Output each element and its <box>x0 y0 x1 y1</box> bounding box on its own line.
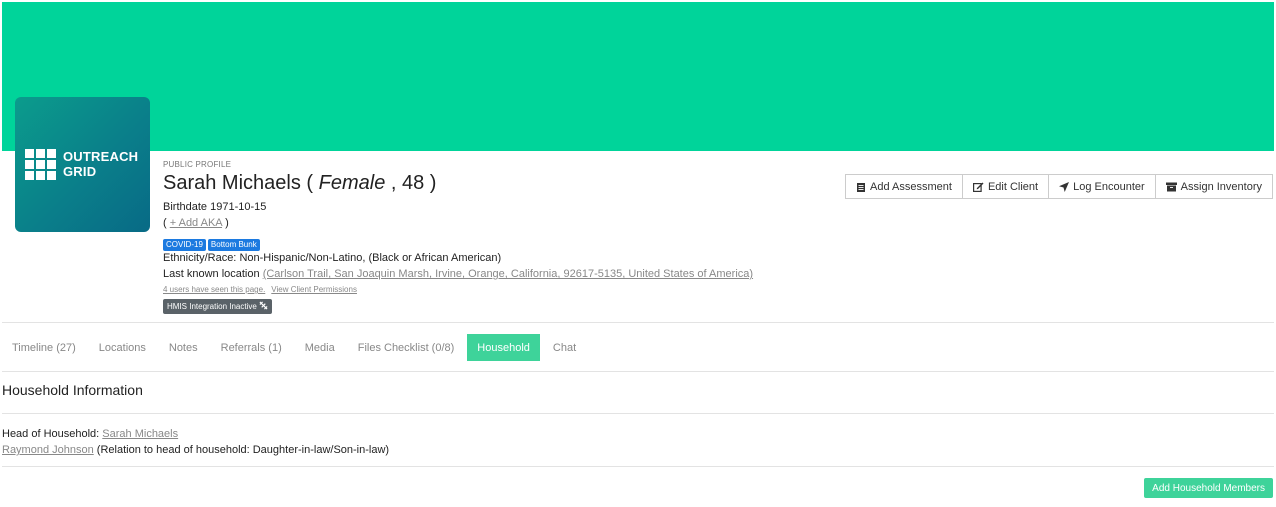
view-permissions-link[interactable]: View Client Permissions <box>271 285 357 294</box>
client-gender: Female <box>318 172 386 194</box>
location-row: Last known location (Carlson Trail, San … <box>163 268 754 280</box>
household-members: Head of Household: Sarah Michaels Raymon… <box>2 426 389 458</box>
tab-referrals[interactable]: Referrals (1) <box>211 334 292 361</box>
ethnicity-row: Ethnicity/Race: Non-Hispanic/Non-Latino,… <box>163 252 502 264</box>
divider <box>2 322 1274 323</box>
client-name-heading: Sarah Michaels ( Female , 48 ) <box>163 172 437 194</box>
unlink-icon <box>259 301 268 310</box>
tab-household[interactable]: Household <box>467 334 540 361</box>
logo: OUTREACH GRID <box>15 97 150 232</box>
household-member-link[interactable]: Raymond Johnson <box>2 444 94 456</box>
profile-info: PUBLIC PROFILE Sarah Michaels ( Female ,… <box>163 160 753 314</box>
member-relation: (Relation to head of household: Daughter… <box>96 444 390 456</box>
tab-media[interactable]: Media <box>295 334 345 361</box>
edit-icon <box>972 182 984 192</box>
household-member-row: Raymond Johnson (Relation to head of hou… <box>2 442 389 458</box>
tab-chat[interactable]: Chat <box>543 334 586 361</box>
assign-inventory-button[interactable]: Assign Inventory <box>1154 174 1273 199</box>
ethnicity-value: Non-Hispanic/Non-Latino, (Black or Afric… <box>239 252 502 264</box>
seen-link[interactable]: 4 users have seen this page. <box>163 285 265 294</box>
profile-banner <box>2 2 1274 151</box>
edit-client-button[interactable]: Edit Client <box>961 174 1050 199</box>
location-link[interactable]: (Carlson Trail, San Joaquin Marsh, Irvin… <box>263 268 753 280</box>
add-aka-link[interactable]: + Add AKA <box>170 217 222 229</box>
location-arrow-icon <box>1059 181 1070 192</box>
birthdate-row: Birthdate 1971-10-15 <box>163 201 267 213</box>
head-of-household-link[interactable]: Sarah Michaels <box>102 428 178 440</box>
tag-list: COVID-19 Bottom Bunk <box>163 234 753 251</box>
profile-tabs: Timeline (27) Locations Notes Referrals … <box>2 334 589 361</box>
logo-text: OUTREACH GRID <box>63 149 139 179</box>
profile-actions: Add Assessment Edit Client Log Encounter… <box>845 174 1273 199</box>
aka-row: ( + Add AKA ) <box>163 217 229 229</box>
client-name: Sarah Michaels <box>163 172 301 194</box>
tab-files-checklist[interactable]: Files Checklist (0/8) <box>348 334 465 361</box>
head-of-household-row: Head of Household: Sarah Michaels <box>2 428 179 440</box>
log-encounter-button[interactable]: Log Encounter <box>1048 174 1156 199</box>
clipboard-icon <box>857 182 866 192</box>
client-age: 48 <box>402 172 425 194</box>
tab-locations[interactable]: Locations <box>89 334 156 361</box>
add-assessment-button[interactable]: Add Assessment <box>845 174 963 199</box>
public-profile-label: PUBLIC PROFILE <box>163 160 232 169</box>
hmis-status-badge: HMIS Integration Inactive <box>163 299 273 314</box>
divider <box>2 466 1274 467</box>
household-section-title: Household Information <box>2 382 143 398</box>
add-household-members-button[interactable]: Add Household Members <box>1144 478 1273 498</box>
birthdate-value: 1971-10-15 <box>210 201 267 213</box>
tab-notes[interactable]: Notes <box>159 334 208 361</box>
divider <box>2 413 1274 414</box>
page-views-row: 4 users have seen this page. View Client … <box>163 284 753 296</box>
archive-icon <box>1165 182 1177 191</box>
tab-timeline[interactable]: Timeline (27) <box>2 334 86 361</box>
grid-icon <box>25 149 57 181</box>
divider <box>2 371 1274 372</box>
